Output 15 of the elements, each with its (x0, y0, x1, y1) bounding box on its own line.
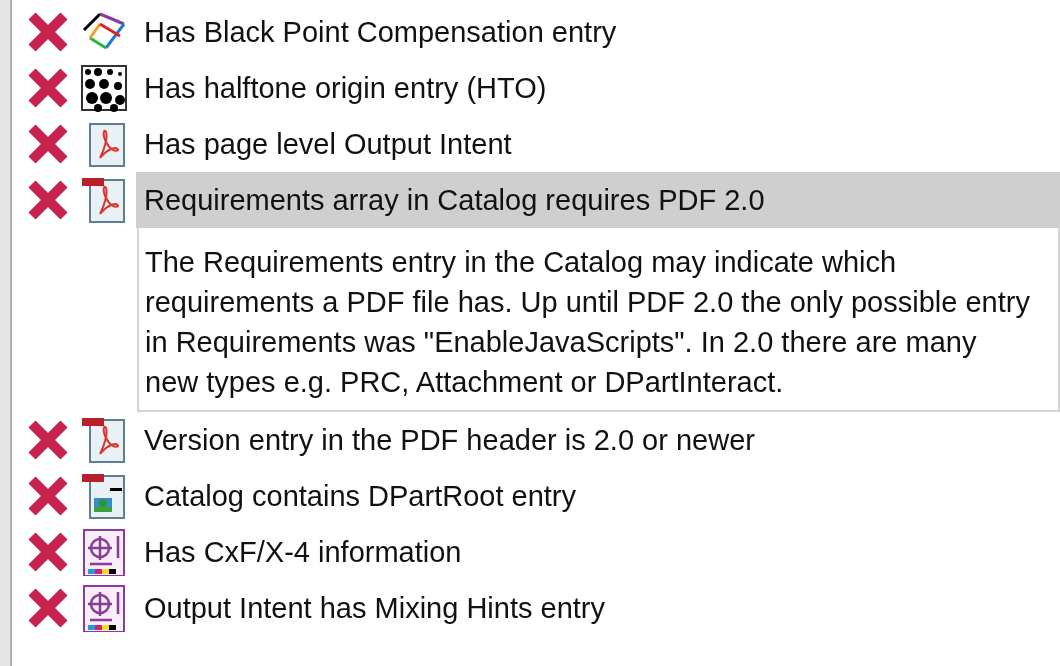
check-description: The Requirements entry in the Catalog may indicate which requirements a PDF file has. Up until PDF 2.0 the only possible entry in Requirements was "EnableJavaScripts". In 2.0 there are many new types e.g. PRC, Attachment or DPartInteract. (137, 228, 1060, 412)
check-item[interactable]: Catalog contains DPartRoot entry (136, 468, 1060, 524)
halftone-icon (80, 64, 128, 112)
pdf-file-icon (80, 176, 128, 224)
image-file-icon (80, 472, 128, 520)
check-item[interactable]: Has page level Output Intent (136, 116, 1060, 172)
target-file-icon (80, 528, 128, 576)
check-item[interactable]: Version entry in the PDF header is 2.0 or newer (136, 412, 1060, 468)
pdf-file-icon (80, 416, 128, 464)
check-item[interactable]: Has halftone origin entry (HTO) (136, 60, 1060, 116)
check-item[interactable]: Requirements array in Catalog requires PDF 2.0 (136, 172, 1060, 228)
check-item[interactable]: Has CxF/X-4 information (136, 524, 1060, 580)
check-item[interactable]: Has Black Point Compensation entry (136, 4, 1060, 60)
check-item[interactable]: Output Intent has Mixing Hints entry (136, 580, 1060, 636)
target-file-icon (80, 584, 128, 632)
